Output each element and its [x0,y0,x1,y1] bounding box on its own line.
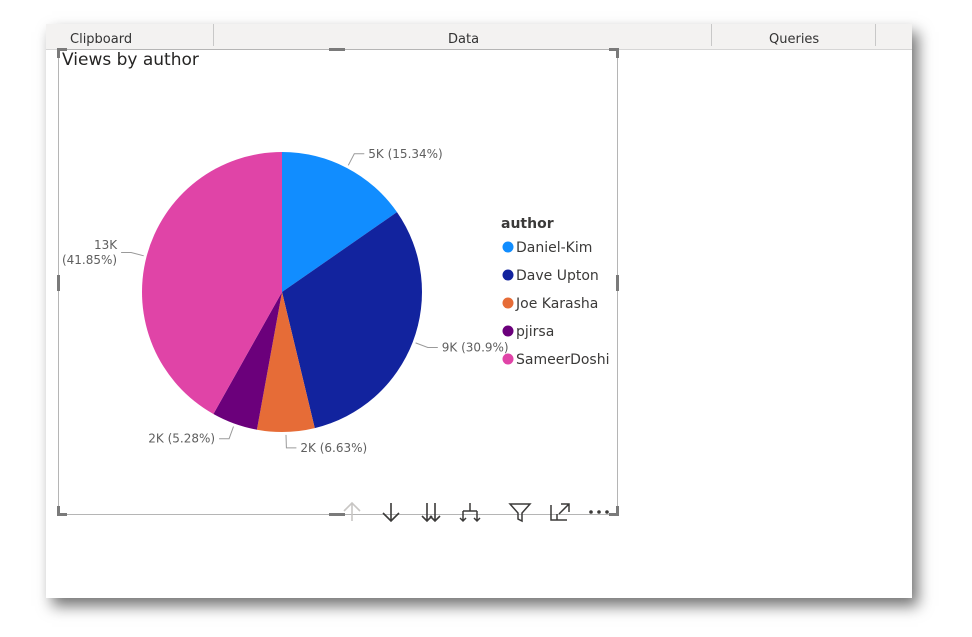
legend-item[interactable]: SameerDoshi [516,352,610,368]
legend-marker [502,269,514,281]
legend-marker [502,353,514,365]
data-label: 2K (6.63%) [300,441,367,455]
data-label: 13K [94,238,118,252]
arrow-up-icon[interactable] [339,499,365,525]
legend-item[interactable]: Daniel-Kim [516,240,592,256]
legend-item[interactable]: Joe Karasha [515,296,598,312]
leader-line [415,342,438,348]
legend-title: author [501,216,554,232]
more-options-icon[interactable] [586,499,612,525]
legend-item[interactable]: pjirsa [516,324,554,340]
data-label: (41.85%) [62,253,117,267]
arrow-down-icon[interactable] [378,499,404,525]
filter-icon[interactable] [507,499,533,525]
legend-marker [502,325,514,337]
data-label: 9K (30.9%) [442,341,509,355]
leader-line [121,252,144,257]
leader-line [219,426,234,440]
double-arrow-down-icon[interactable] [418,499,444,525]
focus-mode-icon[interactable] [547,499,573,525]
legend-item[interactable]: Dave Upton [516,268,599,284]
legend-marker [502,297,514,309]
data-label: 2K (5.28%) [148,432,215,446]
pie-chart-svg: 5K (15.34%) 9K (30.9%) 2K (6.63%) 2K (5.28%… [62,147,610,455]
data-label: 5K (15.34%) [368,147,442,161]
expand-hierarchy-icon[interactable] [457,499,483,525]
leader-line [285,434,297,449]
legend-marker [502,241,514,253]
leader-line [347,153,365,166]
